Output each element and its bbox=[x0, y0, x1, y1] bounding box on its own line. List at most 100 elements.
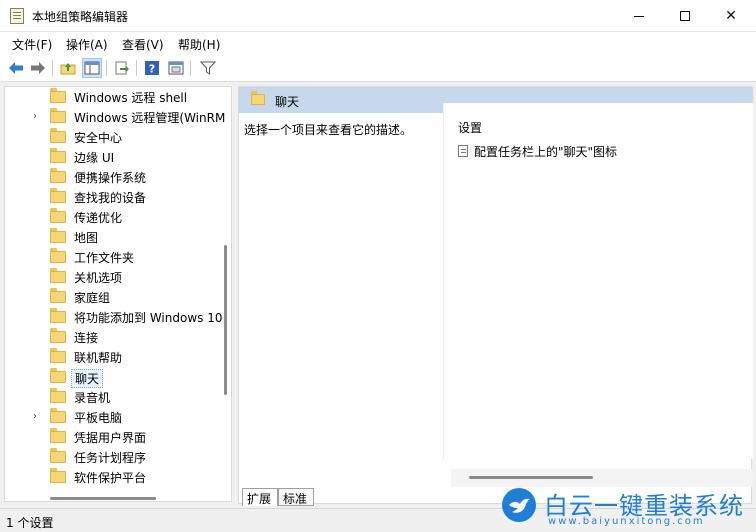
tree-item[interactable]: 任务计划程序 bbox=[5, 447, 231, 467]
tree-item-label: 边缘 UI bbox=[74, 151, 115, 165]
folder-icon bbox=[50, 348, 66, 363]
bird-logo-icon bbox=[502, 488, 536, 522]
tree-item-label: 查找我的设备 bbox=[74, 191, 147, 205]
back-button[interactable] bbox=[6, 58, 26, 78]
tree-item-label: 软件保护平台 bbox=[74, 471, 147, 485]
folder-icon bbox=[50, 268, 66, 283]
expand-chevron-icon[interactable]: › bbox=[33, 411, 37, 422]
toolbar-separator bbox=[190, 60, 191, 76]
show-hide-console-tree-button[interactable] bbox=[82, 58, 102, 78]
forward-arrow-icon bbox=[31, 62, 45, 74]
properties-icon bbox=[168, 61, 184, 75]
tree-item[interactable]: 连接 bbox=[5, 327, 231, 347]
maximize-button[interactable] bbox=[662, 0, 708, 32]
tab-extended[interactable]: 扩展 bbox=[242, 488, 278, 506]
tree-item[interactable]: 家庭组 bbox=[5, 287, 231, 307]
minimize-icon bbox=[634, 15, 644, 17]
tree-item[interactable]: › Windows 远程管理(WinRM bbox=[5, 107, 231, 127]
properties-button[interactable] bbox=[166, 58, 186, 78]
tree-item[interactable]: 地图 bbox=[5, 227, 231, 247]
export-list-icon bbox=[115, 61, 129, 75]
folder-icon bbox=[50, 188, 66, 203]
close-icon: ✕ bbox=[725, 8, 737, 24]
watermark: 白云一键重装系统 www.baiyunxitong.com bbox=[498, 484, 754, 530]
tree-item[interactable]: 联机帮助 bbox=[5, 347, 231, 367]
menu-bar: 文件(F) 操作(A) 查看(V) 帮助(H) bbox=[0, 32, 756, 54]
up-one-level-button[interactable] bbox=[58, 58, 78, 78]
tree-item[interactable]: 工作文件夹 bbox=[5, 247, 231, 267]
close-button[interactable]: ✕ bbox=[708, 0, 754, 32]
window-title: 本地组策略编辑器 bbox=[32, 10, 129, 24]
tree-item-label: 聊天 bbox=[71, 369, 104, 388]
maximize-icon bbox=[680, 11, 690, 21]
folder-icon bbox=[50, 288, 66, 303]
menu-action[interactable]: 操作(A) bbox=[66, 36, 108, 53]
tree-item-label: 便携操作系统 bbox=[74, 171, 147, 185]
tree-item[interactable]: 将功能添加到 Windows 10 bbox=[5, 307, 231, 327]
minimize-button[interactable] bbox=[616, 0, 662, 32]
horizontal-scrollbar[interactable] bbox=[469, 476, 593, 479]
folder-icon bbox=[50, 408, 66, 423]
tree-item[interactable]: 便携操作系统 bbox=[5, 167, 231, 187]
tree-item-label: 将功能添加到 Windows 10 bbox=[74, 311, 223, 325]
folder-icon bbox=[50, 228, 66, 243]
settings-list: 设置 配置任务栏上的"聊天"图标 bbox=[443, 103, 753, 459]
folder-icon bbox=[50, 448, 66, 463]
settings-column-header[interactable]: 设置 bbox=[458, 119, 482, 136]
help-button[interactable]: ? bbox=[142, 58, 162, 78]
menu-view[interactable]: 查看(V) bbox=[122, 36, 164, 53]
menu-file[interactable]: 文件(F) bbox=[12, 36, 52, 53]
folder-icon bbox=[50, 388, 66, 403]
tree-item[interactable]: 录音机 bbox=[5, 387, 231, 407]
tree-item-label: 关机选项 bbox=[74, 271, 123, 285]
tree-item[interactable]: › 平板电脑 bbox=[5, 407, 231, 427]
folder-icon bbox=[50, 368, 66, 383]
folder-icon bbox=[50, 108, 66, 123]
tree-item[interactable]: 传递优化 bbox=[5, 207, 231, 227]
group-policy-app-icon bbox=[10, 8, 24, 24]
setting-label: 配置任务栏上的"聊天"图标 bbox=[474, 145, 618, 159]
status-text: 1 个设置 bbox=[6, 516, 54, 530]
folder-icon bbox=[251, 91, 265, 105]
forward-button[interactable] bbox=[28, 58, 48, 78]
folder-icon bbox=[50, 168, 66, 183]
tree-item-label: 安全中心 bbox=[74, 131, 123, 145]
tree-item-label: 传递优化 bbox=[74, 211, 123, 225]
tree-item[interactable]: Windows 远程 shell bbox=[5, 87, 231, 107]
toolbar: ? bbox=[0, 54, 756, 82]
tree-item[interactable]: 聊天 bbox=[5, 367, 231, 388]
expand-chevron-icon[interactable]: › bbox=[33, 111, 37, 122]
tree-item-label: Windows 远程管理(WinRM bbox=[74, 111, 226, 125]
svg-text:?: ? bbox=[149, 63, 155, 76]
tree-item[interactable]: 查找我的设备 bbox=[5, 187, 231, 207]
details-pane: 聊天 选择一个项目来查看它的描述。 设置 配置任务栏上的"聊天"图标 bbox=[238, 86, 753, 504]
toolbar-separator bbox=[52, 60, 53, 76]
tree-item-label: 任务计划程序 bbox=[74, 451, 147, 465]
show-hide-tree-icon bbox=[84, 61, 100, 75]
filter-button[interactable] bbox=[198, 58, 218, 78]
tree-item-label: 凭据用户界面 bbox=[74, 431, 147, 445]
folder-icon bbox=[50, 328, 66, 343]
tree-item[interactable]: 安全中心 bbox=[5, 127, 231, 147]
menu-help[interactable]: 帮助(H) bbox=[178, 36, 220, 53]
tree-item[interactable]: 边缘 UI bbox=[5, 147, 231, 167]
tree-item-label: 平板电脑 bbox=[74, 411, 123, 425]
export-list-button[interactable] bbox=[112, 58, 132, 78]
tree-item[interactable]: 关机选项 bbox=[5, 267, 231, 287]
tree-item-label: 录音机 bbox=[74, 391, 111, 405]
toolbar-separator bbox=[136, 60, 137, 76]
tab-standard[interactable]: 标准 bbox=[278, 488, 314, 506]
description-text: 选择一个项目来查看它的描述。 bbox=[244, 123, 413, 137]
folder-icon bbox=[50, 208, 66, 223]
tree-item[interactable]: 凭据用户界面 bbox=[5, 427, 231, 447]
tree-item-label: 连接 bbox=[74, 331, 99, 345]
folder-icon bbox=[50, 88, 66, 103]
vertical-scrollbar[interactable] bbox=[224, 245, 227, 395]
tree-item-label: 联机帮助 bbox=[74, 351, 123, 365]
console-tree-pane[interactable]: Windows 远程 shell › Windows 远程管理(WinRM 安全中心边… bbox=[4, 86, 232, 502]
back-arrow-icon bbox=[9, 62, 23, 74]
toolbar-separator bbox=[106, 60, 107, 76]
horizontal-scrollbar[interactable] bbox=[50, 497, 156, 500]
folder-icon bbox=[50, 468, 66, 483]
tree-item[interactable]: 软件保护平台 bbox=[5, 467, 231, 487]
